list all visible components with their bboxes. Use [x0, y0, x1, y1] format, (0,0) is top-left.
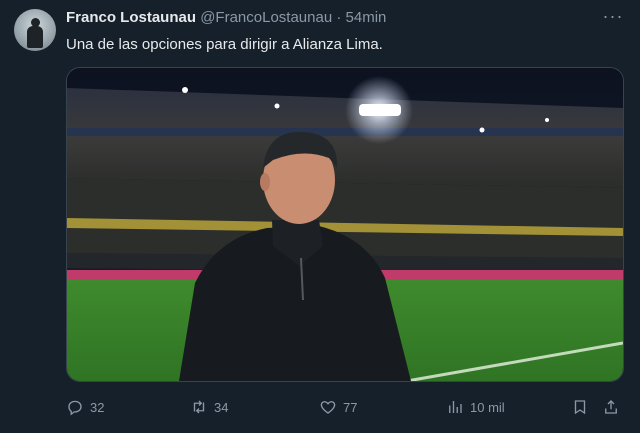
author-name[interactable]: Franco Lostaunau [66, 9, 196, 26]
tweet[interactable]: Franco Lostaunau @FrancoLostaunau · 54mi… [0, 0, 640, 433]
retweet-count: 34 [214, 399, 229, 415]
views-button[interactable]: 10 mil [446, 395, 505, 419]
share-button[interactable] [602, 395, 620, 419]
stadium-photo [67, 68, 623, 381]
bookmark-button[interactable] [571, 395, 589, 419]
tweet-text: Una de las opciones para dirigir a Alian… [66, 36, 383, 53]
tweet-photo[interactable] [66, 67, 624, 382]
tweet-actions: 32 34 77 10 mil [66, 395, 626, 419]
reply-button[interactable]: 32 [66, 395, 104, 419]
like-count: 77 [343, 399, 358, 415]
share-icon [605, 400, 617, 414]
retweet-button[interactable]: 34 [190, 395, 228, 419]
like-button[interactable]: 77 [319, 395, 357, 419]
author-handle[interactable]: @FrancoLostaunau [200, 9, 332, 26]
views-icon [449, 401, 462, 413]
tweet-time[interactable]: 54min [346, 9, 387, 26]
retweet-icon [193, 400, 205, 414]
views-count: 10 mil [470, 399, 505, 415]
reply-icon [68, 400, 82, 416]
avatar-figure-body [27, 26, 43, 48]
tweet-header: Franco Lostaunau @FrancoLostaunau · 54mi… [66, 9, 580, 29]
reply-count: 32 [90, 399, 105, 415]
more-icon[interactable]: ··· [602, 7, 624, 28]
separator-dot: · [336, 9, 342, 26]
heart-icon [320, 401, 336, 414]
bookmark-icon [574, 400, 586, 415]
avatar[interactable] [14, 9, 56, 51]
